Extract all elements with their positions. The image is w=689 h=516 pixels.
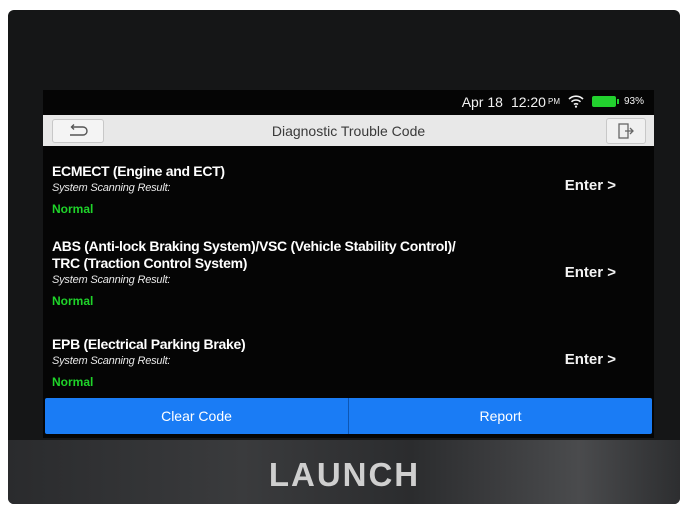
result-label: System Scanning Result: [52, 274, 171, 286]
system-item-ecm[interactable]: ECMECT (Engine and ECT) System Scanning … [52, 163, 642, 218]
enter-button-ecm[interactable]: Enter > [565, 177, 616, 194]
system-name: ECMECT (Engine and ECT) [52, 163, 225, 179]
system-name: ABS (Anti-lock Braking System)/VSC (Vehi… [52, 238, 456, 254]
exit-icon [618, 123, 634, 139]
status-normal: Normal [52, 294, 94, 308]
back-arrow-icon [70, 124, 88, 136]
system-name: EPB (Electrical Parking Brake) [52, 336, 246, 352]
status-normal: Normal [52, 202, 94, 216]
status-ampm: PM [547, 97, 560, 106]
battery-percent: 93% [623, 96, 644, 107]
status-bar: Apr 18 12:20 PM 93% [43, 90, 654, 113]
system-name-line2: TRC (Traction Control System) [52, 255, 248, 271]
back-button[interactable] [52, 119, 104, 143]
screen: Apr 18 12:20 PM 93% Diagnostic Trouble C… [43, 90, 654, 438]
status-date: Apr 18 [461, 93, 503, 110]
report-button[interactable]: Report [348, 398, 652, 434]
action-bar: Clear Code Report [45, 398, 652, 434]
battery-icon [591, 96, 619, 107]
result-label: System Scanning Result: [52, 182, 171, 194]
status-time: 12:20 [510, 93, 546, 110]
enter-button-epb[interactable]: Enter > [565, 351, 616, 368]
clear-code-button[interactable]: Clear Code [45, 398, 348, 434]
brand-logo: LAUNCH [268, 456, 421, 493]
title-bar: Diagnostic Trouble Code [43, 115, 654, 146]
result-label: System Scanning Result: [52, 355, 171, 367]
system-item-epb[interactable]: EPB (Electrical Parking Brake) System Sc… [52, 336, 642, 391]
exit-button[interactable] [606, 118, 646, 144]
wifi-icon [568, 95, 584, 108]
system-item-abs[interactable]: ABS (Anti-lock Braking System)/VSC (Vehi… [52, 238, 642, 310]
enter-button-abs[interactable]: Enter > [565, 264, 616, 281]
status-normal: Normal [52, 375, 94, 389]
page-title: Diagnostic Trouble Code [271, 122, 426, 139]
